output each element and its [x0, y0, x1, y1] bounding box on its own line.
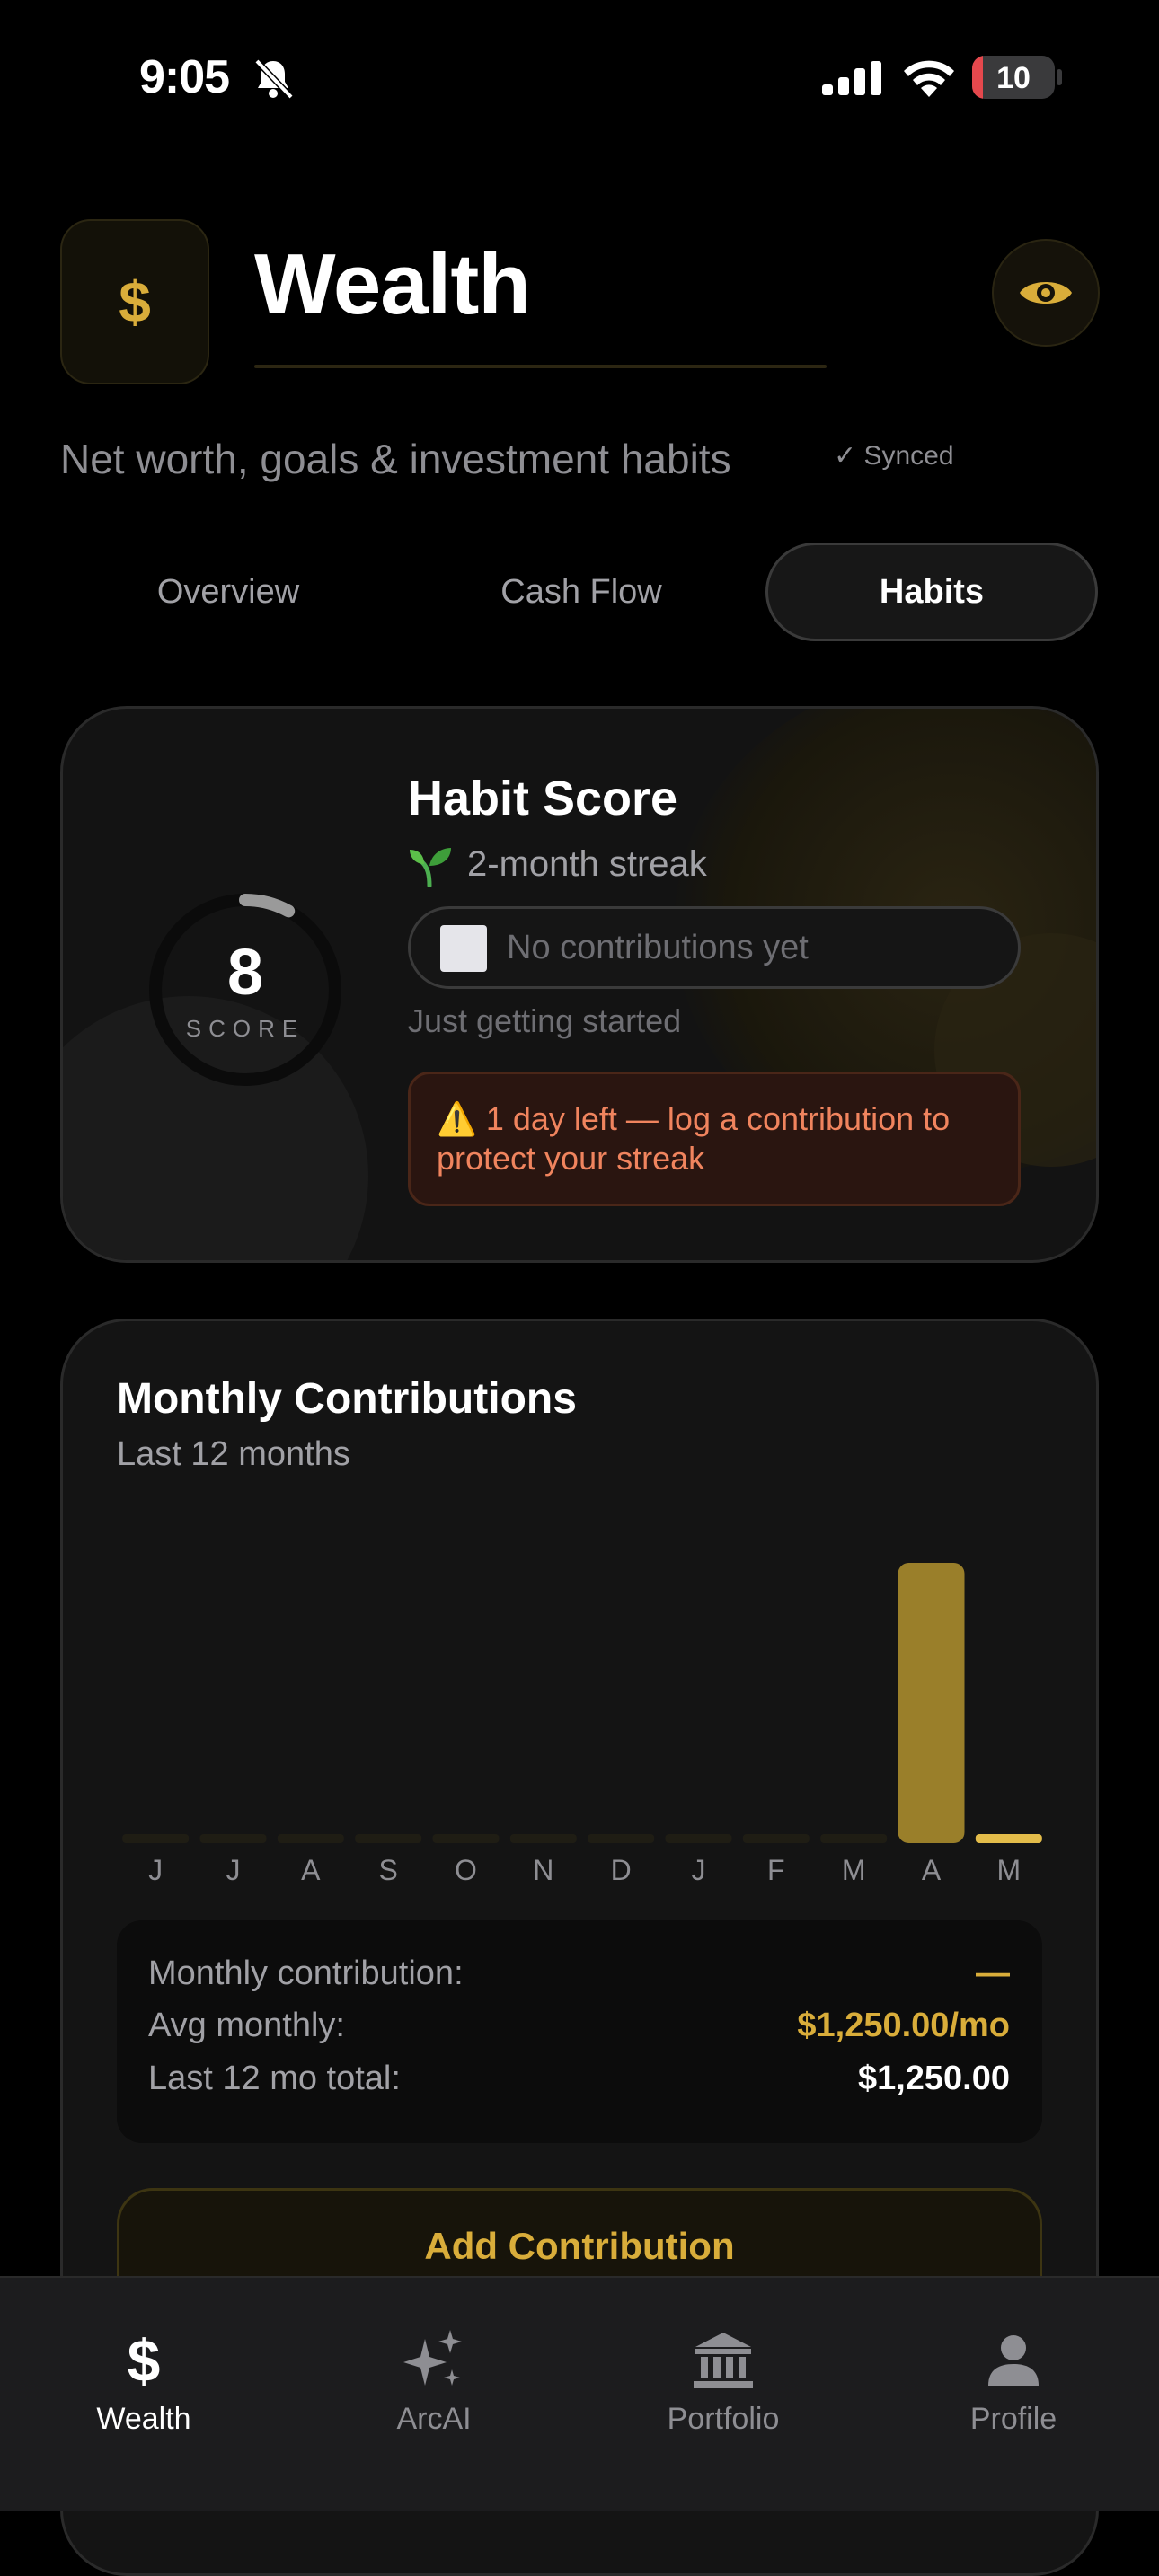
summary-label-total: Last 12 mo total:: [148, 2060, 401, 2097]
battery-indicator: 10: [972, 56, 1055, 99]
habit-score-title: Habit Score: [408, 772, 678, 825]
bar-4: [432, 1834, 500, 1843]
month-label-2: A: [301, 1854, 321, 1886]
wifi-icon: [904, 60, 954, 97]
sprout-icon: [410, 848, 451, 887]
dollar-icon: $: [127, 2327, 161, 2394]
bar-9: [820, 1834, 888, 1843]
bar-5: [509, 1834, 577, 1843]
nav-portfolio-label: Portfolio: [667, 2402, 780, 2436]
sparkles-icon: [398, 2325, 470, 2396]
summary-label-monthly: Monthly contribution:: [148, 1954, 464, 1992]
month-label-0: J: [148, 1854, 164, 1886]
month-label-1: J: [226, 1854, 241, 1886]
bank-icon: [687, 2325, 759, 2396]
battery-level: 10: [996, 61, 1031, 95]
month-label-8: F: [767, 1854, 785, 1886]
streak-warning-text: ⚠️ 1 day left — log a contribution to pr…: [437, 1100, 951, 1177]
status-time: 9:05: [139, 51, 230, 103]
page-title: Wealth: [254, 236, 531, 332]
bar-7: [665, 1834, 732, 1843]
nav-arcai[interactable]: ArcAI: [326, 2325, 542, 2437]
battery-nub: [1057, 69, 1062, 85]
summary-value-avg: $1,250.00/mo: [797, 2007, 1010, 2044]
toggle-visibility-button[interactable]: [992, 239, 1100, 347]
habit-score-value: 8: [226, 937, 264, 1009]
tab-cash-flow[interactable]: Cash Flow: [413, 543, 749, 641]
nav-wealth[interactable]: $ Wealth: [36, 2325, 252, 2437]
month-label-7: J: [691, 1854, 706, 1886]
bell-muted-icon: [254, 58, 294, 100]
habit-score-label: SCORE: [185, 1015, 305, 1042]
app-logo: $: [60, 219, 209, 384]
contributions-bar-chart: [122, 1563, 1042, 1843]
nav-arcai-label: ArcAI: [396, 2402, 472, 2436]
page-subtitle: Net worth, goals & investment habits: [60, 436, 731, 482]
month-label-3: S: [378, 1854, 398, 1886]
month-label-11: M: [996, 1854, 1022, 1886]
nav-portfolio[interactable]: Portfolio: [615, 2325, 831, 2437]
contributions-status: No contributions yet: [507, 929, 809, 966]
cellular-signal-icon: [822, 61, 881, 95]
monthly-contributions-subtitle: Last 12 months: [117, 1435, 350, 1473]
habit-note: Just getting started: [408, 1002, 682, 1039]
bar-2: [277, 1834, 344, 1843]
month-label-5: N: [533, 1854, 554, 1886]
summary-value-monthly: —: [976, 1954, 1010, 1992]
tab-overview[interactable]: Overview: [60, 543, 396, 641]
month-label-10: A: [921, 1854, 942, 1886]
sync-status: ✓ Synced: [834, 441, 954, 471]
monthly-contributions-title: Monthly Contributions: [117, 1375, 577, 1423]
bar-10: [898, 1563, 965, 1843]
bar-6: [588, 1834, 655, 1843]
dollar-logo-icon: $: [119, 269, 151, 334]
streak-text: 2-month streak: [467, 844, 707, 884]
month-label-6: D: [610, 1854, 632, 1886]
nav-profile[interactable]: Profile: [906, 2325, 1121, 2437]
summary-value-total: $1,250.00: [857, 2060, 1010, 2097]
person-icon: [978, 2325, 1049, 2396]
month-label-9: M: [841, 1854, 866, 1886]
nav-wealth-label: Wealth: [96, 2402, 191, 2436]
month-label-4: O: [455, 1854, 477, 1886]
title-underline: [254, 365, 827, 368]
eye-icon: [1020, 282, 1072, 304]
summary-label-avg: Avg monthly:: [148, 2007, 345, 2044]
bar-1: [199, 1834, 267, 1843]
nav-profile-label: Profile: [969, 2402, 1057, 2436]
white-square-icon: [440, 925, 487, 972]
bar-11: [975, 1834, 1042, 1843]
bar-3: [355, 1834, 422, 1843]
bar-8: [742, 1834, 810, 1843]
bar-0: [122, 1834, 190, 1843]
tab-habits[interactable]: Habits: [765, 543, 1098, 641]
